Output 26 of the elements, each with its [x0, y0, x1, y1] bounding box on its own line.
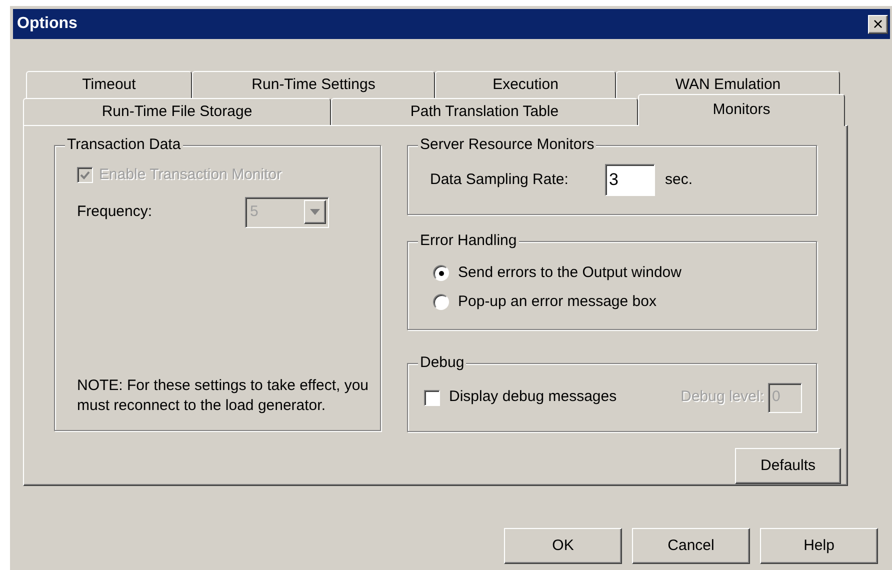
radio-button[interactable]	[433, 265, 449, 282]
radio-button[interactable]	[433, 294, 449, 310]
dialog-button[interactable]: OK	[504, 528, 622, 564]
tab[interactable]: Run-Time File Storage	[23, 98, 331, 125]
sampling-rate-field[interactable]: 3	[605, 164, 655, 196]
field-label: Data Sampling Rate:	[430, 170, 570, 190]
unit-label: sec.	[665, 170, 693, 190]
radio-label: Pop-up an error message box	[458, 292, 656, 312]
checkbox-label: Display debug messages	[449, 387, 617, 408]
tab[interactable]: Execution	[435, 71, 616, 98]
tab[interactable]: Path Translation Table	[331, 98, 638, 125]
field-label: Frequency:	[77, 202, 154, 222]
checkmark-icon	[80, 170, 90, 180]
dialog-button[interactable]: Help	[760, 528, 878, 564]
group-title: Error Handling	[418, 231, 519, 251]
window-title: Options	[17, 14, 78, 34]
dialog-button[interactable]: Cancel	[632, 528, 750, 564]
tab[interactable]: Run-Time Settings	[192, 71, 435, 98]
close-button[interactable]: ×	[868, 14, 888, 34]
note-text: NOTE: For these settings to take effect, you must reconnect to the load generator.	[77, 376, 370, 416]
checkbox[interactable]	[424, 390, 440, 406]
tab[interactable]: Timeout	[26, 71, 192, 98]
group-title: Debug	[418, 353, 466, 373]
defaults-button[interactable]: Defaults	[735, 448, 841, 484]
tab[interactable]: Monitors	[638, 94, 845, 126]
radio-label: Send errors to the Output window	[458, 263, 682, 283]
